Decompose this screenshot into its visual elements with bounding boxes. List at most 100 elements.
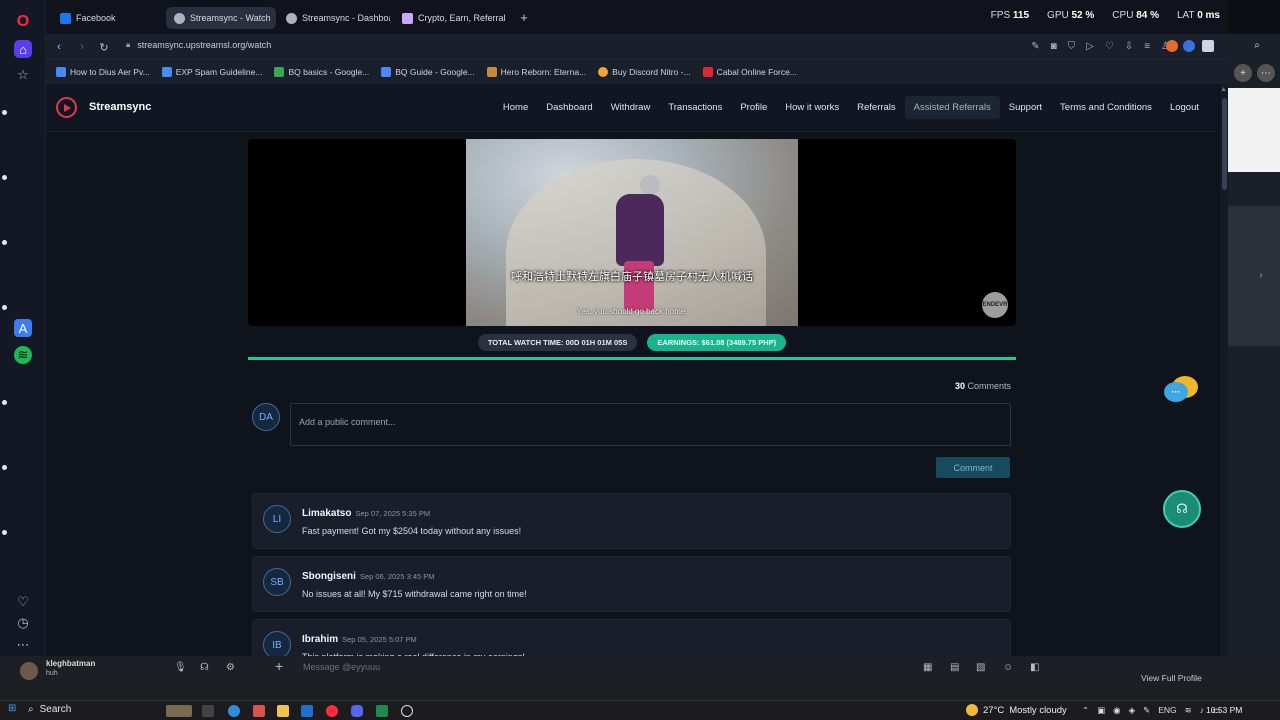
mic-icon[interactable]: 🎙︎: [174, 662, 187, 673]
support-headset-button[interactable]: ☊: [1163, 490, 1201, 528]
weather-icon: [966, 704, 978, 716]
comment-item: SB Sbongiseni Sep 06, 2025 3:45 PM No iss…: [252, 556, 1011, 612]
extension-icon[interactable]: [1166, 40, 1178, 52]
tray-app-icon[interactable]: ▣: [1097, 705, 1105, 716]
url-field[interactable]: 🔒︎ streamsync.upstreamsl.org/watch: [126, 40, 271, 50]
menu-icon[interactable]: ≡: [1144, 41, 1150, 52]
bookmark[interactable]: How to Dius Aer Pv...: [56, 67, 150, 77]
chat-bubble-button[interactable]: ···: [1164, 376, 1198, 406]
star-icon[interactable]: ☆: [14, 66, 32, 84]
apps-icon[interactable]: ◧: [1030, 662, 1039, 673]
volume-icon[interactable]: ♪: [1200, 705, 1204, 716]
video-player[interactable]: 呼和浩特土默特左旗白庙子镇墓房子村无人机喊话 Yes, you should g…: [248, 139, 1016, 326]
bookmark[interactable]: BQ Guide - Google...: [381, 67, 475, 77]
nav-how-it-works[interactable]: How it works: [776, 96, 848, 119]
app-icon[interactable]: [401, 705, 413, 717]
view-full-profile-link[interactable]: View Full Profile: [1141, 673, 1202, 683]
brand-name[interactable]: Streamsync: [89, 101, 151, 113]
message-input[interactable]: Message @eyyuuu: [303, 662, 380, 672]
download-icon[interactable]: ⇩: [1125, 41, 1133, 52]
scroll-up-icon[interactable]: ▲: [1220, 86, 1227, 93]
nav-support[interactable]: Support: [1000, 96, 1051, 119]
gift-icon[interactable]: ▦: [923, 662, 932, 673]
copilot-icon[interactable]: [253, 705, 265, 717]
sticker-icon[interactable]: ▧: [976, 662, 985, 673]
wifi-icon[interactable]: ≋: [1185, 705, 1192, 716]
nav-home[interactable]: Home: [494, 96, 537, 119]
add-attachment-icon[interactable]: +: [275, 658, 283, 674]
reload-button[interactable]: ↻: [96, 39, 112, 55]
nav-logout[interactable]: Logout: [1161, 96, 1208, 119]
settings-icon[interactable]: ⚙: [226, 662, 235, 673]
comment-button[interactable]: Comment: [936, 457, 1010, 478]
comment-input-box[interactable]: [290, 403, 1011, 446]
language-indicator[interactable]: ENG: [1158, 705, 1176, 716]
windows-start-icon[interactable]: ⊞: [8, 703, 20, 715]
headphones-icon[interactable]: ☊: [200, 662, 209, 673]
tab-facebook[interactable]: Facebook: [52, 7, 162, 29]
play-icon[interactable]: ▷: [1086, 41, 1094, 52]
outlook-icon[interactable]: [301, 705, 313, 717]
bookmark[interactable]: Buy Discord Nitro -...: [598, 67, 691, 77]
tab-streamsync-watch[interactable]: Streamsync - Watch: [166, 7, 276, 29]
globe-icon: [286, 12, 297, 24]
tab-streamsync-dashboard[interactable]: Streamsync - Dashboard: [278, 7, 390, 29]
history-icon[interactable]: ◷: [14, 614, 32, 632]
aria-icon[interactable]: A: [14, 319, 32, 337]
emoji-icon[interactable]: ☺: [1003, 662, 1013, 673]
add-friend-icon[interactable]: +: [1234, 64, 1252, 82]
nav-transactions[interactable]: Transactions: [659, 96, 731, 119]
task-view-icon[interactable]: [202, 705, 214, 717]
avatar[interactable]: [20, 662, 38, 680]
extension-icon[interactable]: [1183, 40, 1195, 52]
gif-icon[interactable]: ▤: [950, 662, 959, 673]
chevron-right-icon[interactable]: ›: [1252, 266, 1270, 284]
nav-withdraw[interactable]: Withdraw: [602, 96, 660, 119]
back-button[interactable]: ‹: [51, 39, 67, 55]
comment-text: Fast payment! Got my $2504 today without…: [302, 526, 522, 536]
pen-icon[interactable]: ✎: [1143, 705, 1150, 716]
shield-icon[interactable]: ⛉: [1068, 41, 1076, 52]
bookmark[interactable]: EXP Spam Guideline...: [161, 67, 262, 77]
scroll-thumb[interactable]: [1222, 98, 1227, 190]
home-icon[interactable]: ⌂: [14, 40, 32, 58]
nav-dashboard[interactable]: Dashboard: [537, 96, 601, 119]
play-logo-icon[interactable]: [56, 97, 77, 118]
opera-logo-icon[interactable]: O: [14, 13, 32, 31]
file-explorer-icon[interactable]: [277, 705, 289, 717]
discord-icon[interactable]: [351, 705, 363, 717]
video-frame[interactable]: 呼和浩特土默特左旗白庙子镇墓房子村无人机喊话 Yes, you should g…: [466, 139, 798, 326]
edge-icon[interactable]: [228, 705, 240, 717]
nav-profile[interactable]: Profile: [731, 96, 776, 119]
forward-button[interactable]: ›: [74, 39, 90, 55]
heart-icon[interactable]: ♡: [1105, 41, 1114, 52]
bookmark[interactable]: BQ basics - Google...: [274, 67, 369, 77]
bookmark[interactable]: Cabal Online Force...: [702, 67, 797, 77]
widget-icon[interactable]: [166, 705, 192, 717]
bookmark[interactable]: Hero Reborn: Eterna...: [486, 67, 586, 77]
crypto-icon: [402, 12, 413, 24]
page-scrollbar[interactable]: ▲ ▼: [1220, 84, 1228, 664]
extensions-cube-icon[interactable]: [1202, 40, 1214, 52]
heart-icon[interactable]: ♡: [14, 593, 32, 611]
weather-widget[interactable]: 27°C Mostly cloudy: [966, 704, 1067, 716]
comment-input[interactable]: [299, 417, 1002, 427]
spotify-icon[interactable]: ≋: [14, 346, 32, 364]
nav-assisted-referrals[interactable]: Assisted Referrals: [904, 96, 1000, 119]
opera-icon[interactable]: [326, 705, 338, 717]
new-tab-button[interactable]: +: [516, 9, 532, 25]
taskbar-clock[interactable]: 10:53 PM: [1206, 705, 1242, 715]
tray-app-icon[interactable]: ◉: [1113, 705, 1120, 716]
edit-icon[interactable]: ✎: [1031, 41, 1039, 52]
taskbar-search[interactable]: ⌕ Search: [28, 704, 71, 715]
more-icon[interactable]: ⋯: [14, 636, 32, 654]
camera-icon[interactable]: ◙: [1051, 41, 1057, 52]
more-icon[interactable]: ⋯: [1257, 64, 1275, 82]
search-icon[interactable]: ⌕: [1248, 36, 1266, 54]
tray-app-icon[interactable]: ◈: [1129, 705, 1136, 716]
tab-crypto[interactable]: Crypto, Earn, Referrals: [394, 7, 506, 29]
nav-referrals[interactable]: Referrals: [848, 96, 905, 119]
excel-icon[interactable]: [376, 705, 388, 717]
chevron-up-icon[interactable]: ⌃: [1082, 705, 1089, 716]
nav-terms[interactable]: Terms and Conditions: [1051, 96, 1161, 119]
